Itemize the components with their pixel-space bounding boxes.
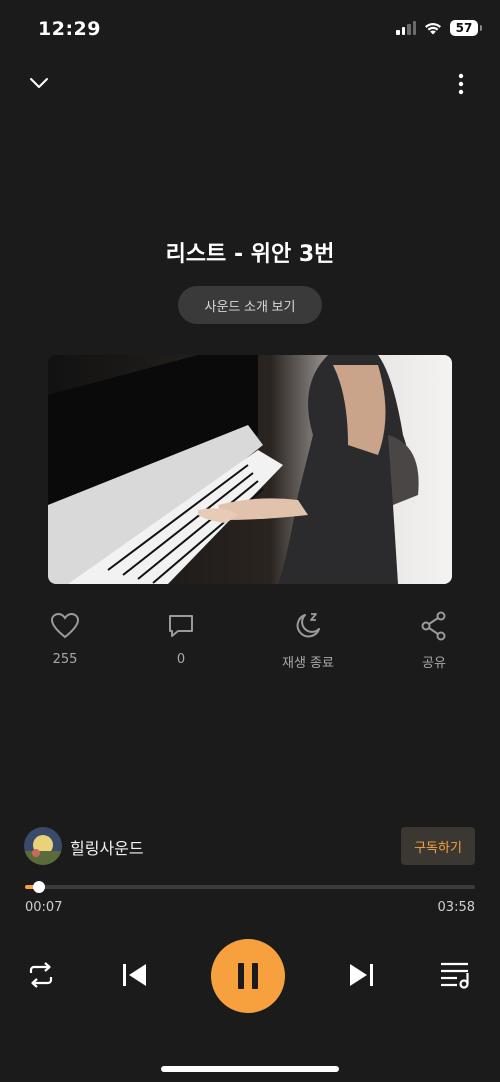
heart-icon [50,612,80,639]
comment-count: 0 [176,652,186,667]
cellular-signal-icon [396,21,416,35]
pause-button[interactable] [211,939,285,1013]
pause-icon [238,963,258,989]
sleep-timer-label: 재생 종료 [282,656,334,671]
total-time: 03:58 [437,900,475,915]
battery-icon: 57 [450,20,482,36]
like-count: 255 [52,652,78,667]
chevron-down-icon[interactable] [29,76,49,90]
share-label: 공유 [422,656,446,671]
repeat-icon[interactable] [27,961,55,989]
playlist-icon[interactable] [440,961,472,989]
track-thumbnail [48,355,452,584]
share-action[interactable]: 공유 [394,610,474,671]
next-icon[interactable] [348,963,374,987]
progress-track[interactable] [25,885,475,889]
channel-avatar[interactable] [24,827,62,865]
home-indicator [161,1066,339,1072]
comment-icon [169,615,193,637]
track-title: 리스트 - 위안 3번 [165,242,335,267]
status-time: 12:29 [38,18,101,40]
sleep-timer-icon [296,613,320,638]
current-time: 00:07 [25,900,63,915]
sound-intro-button[interactable]: 사운드 소개 보기 [178,286,322,324]
more-vertical-icon[interactable] [455,73,467,95]
wifi-icon [425,22,441,35]
like-action[interactable]: 255 [25,610,105,667]
previous-icon[interactable] [122,963,148,987]
subscribe-button[interactable]: 구독하기 [401,827,475,865]
status-indicators: 57 [396,20,482,36]
progress-thumb[interactable] [33,881,45,893]
channel-name[interactable]: 힐링사운드 [70,835,144,859]
sleep-timer-action[interactable]: 재생 종료 [268,610,348,671]
comment-action[interactable]: 0 [141,610,221,667]
share-icon [421,611,446,641]
